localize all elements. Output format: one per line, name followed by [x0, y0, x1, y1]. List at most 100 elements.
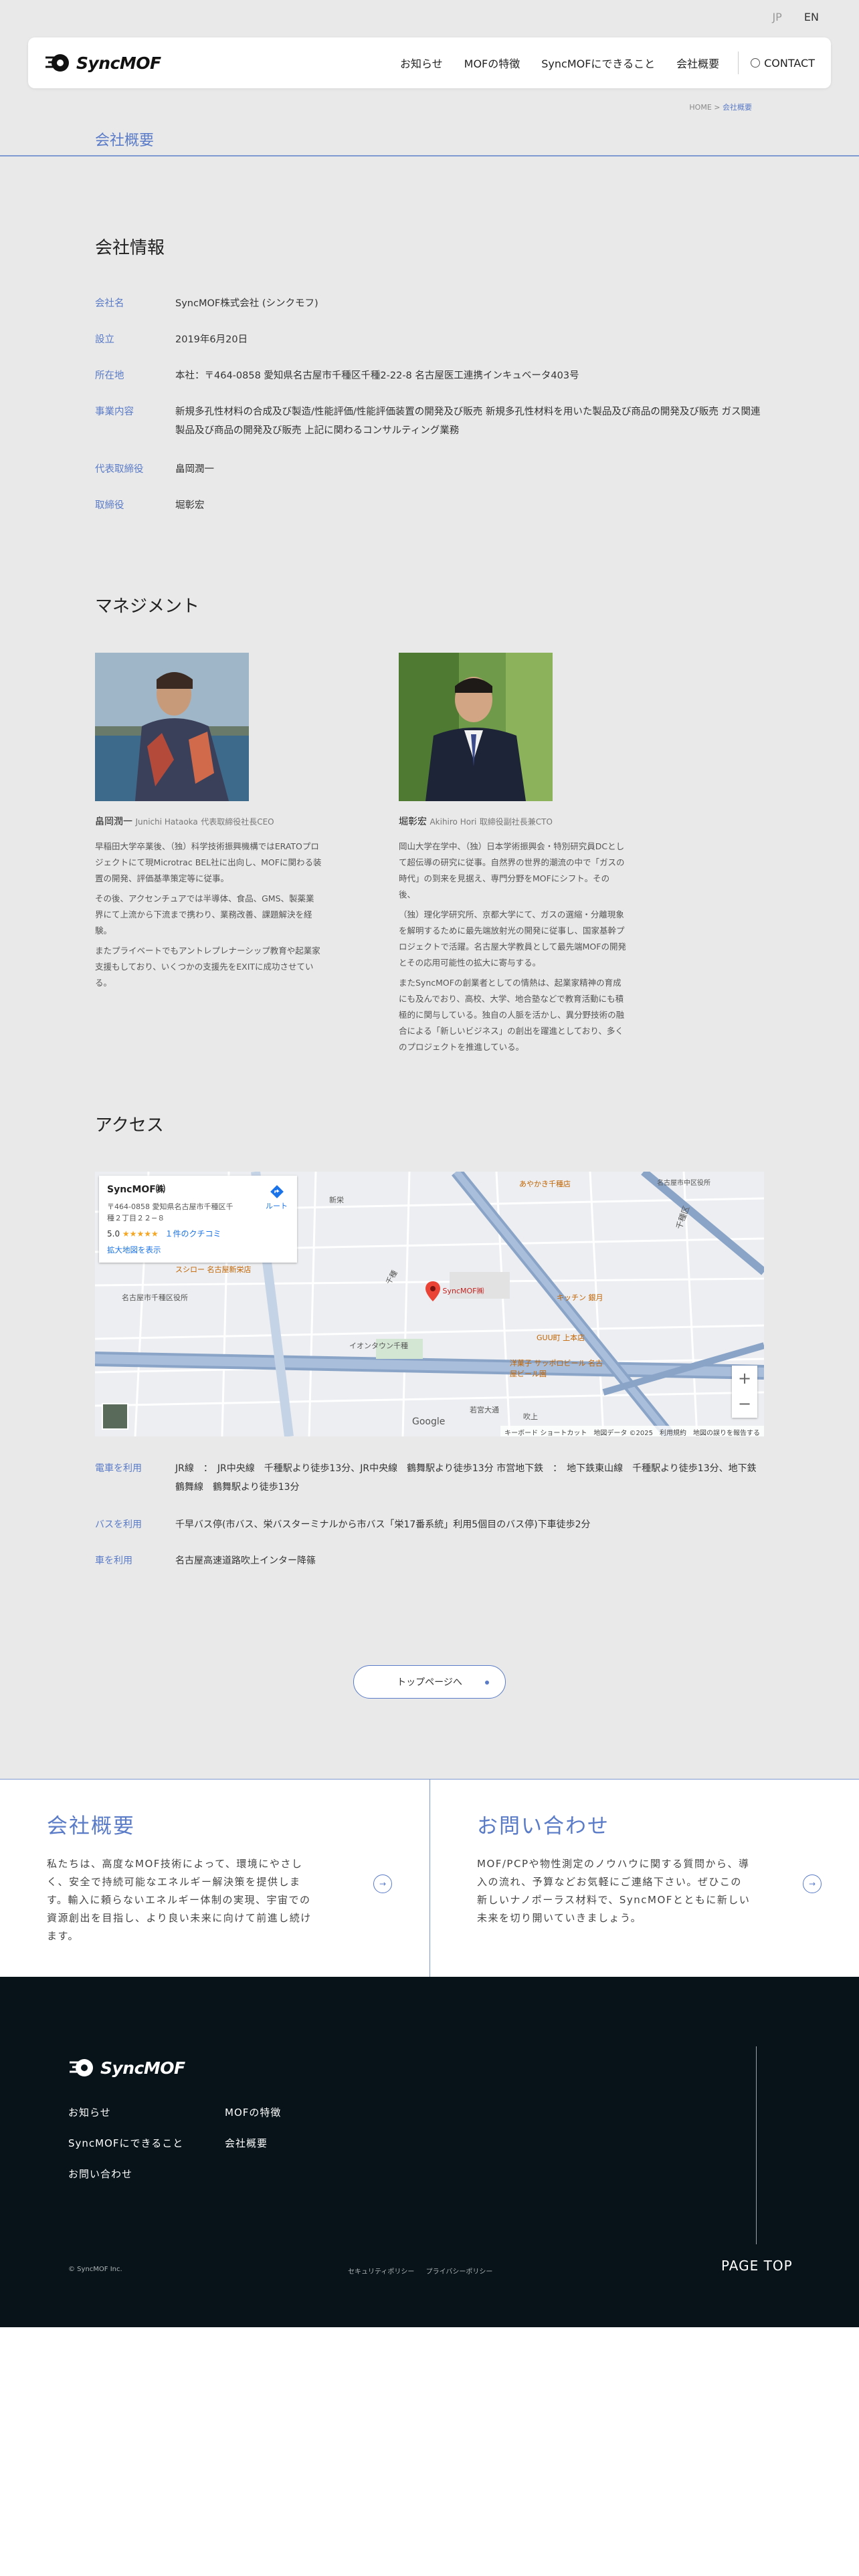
access-row: 車を利用 名古屋高速道路吹上インター降篠 — [95, 1551, 764, 1570]
bio-paragraph: またSyncMOFの創業者としての情熱は、起業家精神の育成にも及んでおり、高校、… — [399, 978, 625, 1052]
page-top-button[interactable]: PAGE TOP — [721, 2258, 793, 2274]
access-row: バスを利用 千早バス停(市バス、栄バスターミナルから市バス「栄17番系統」利用5… — [95, 1515, 764, 1534]
site-header: SyncMOF お知らせ MOFの特徴 SyncMOFにできること 会社概要 C… — [28, 37, 831, 88]
company-row: 会社名 SyncMOF株式会社 (シンクモフ) — [95, 294, 764, 313]
ceo-photo-image — [95, 653, 249, 801]
cta-description: MOF/PCPや物性測定のノウハウに関する質問から、導入の流れ、予算などお気軽に… — [477, 1858, 751, 1924]
row-label: 事業内容 — [95, 407, 134, 417]
directions-icon — [270, 1185, 284, 1198]
button-dot-icon — [485, 1681, 489, 1685]
map-label: 若宮大通 — [470, 1406, 499, 1414]
map-footer-item: 地図データ ©2025 — [593, 1430, 653, 1436]
cto-name: 堀彰宏 — [399, 817, 427, 827]
copyright: © SyncMOF Inc. — [68, 2266, 122, 2273]
lang-en-link[interactable]: EN — [804, 11, 819, 23]
ceo-name: 畠岡潤一 — [95, 817, 132, 827]
nav-divider — [738, 51, 739, 74]
ceo-name-line: 畠岡潤一 Junichi Hataoka 代表取締役社長CEO — [95, 815, 363, 828]
bio-paragraph: （独）理化学研究所、京都大学にて、ガスの選縮・分離現象を解明するために最先端放射… — [399, 909, 626, 968]
zoom-out-button[interactable]: − — [732, 1391, 757, 1416]
map-label: 新栄 — [329, 1196, 344, 1204]
row-value: 堀彰宏 — [175, 500, 205, 511]
nav-what-we-do[interactable]: SyncMOFにできること — [541, 55, 655, 71]
row-value: SyncMOF株式会社 (シンクモフ) — [175, 298, 318, 309]
logo-text: SyncMOF — [76, 53, 161, 73]
row-label: 車を利用 — [95, 1555, 132, 1566]
map-enlarge-link[interactable]: 拡大地図を表示 — [107, 1245, 289, 1255]
company-row: 事業内容 新規多孔性材料の合成及び製造/性能評価/性能評価装置の開発及び販売 新… — [95, 403, 764, 440]
main-nav: お知らせ MOFの特徴 SyncMOFにできること 会社概要 CONTACT — [379, 37, 815, 88]
map-label: キッチン 銀月 — [557, 1293, 603, 1302]
company-info-heading: 会社情報 — [95, 238, 165, 258]
footer-policy-links: セキュリティポリシー プライバシーポリシー — [348, 2266, 502, 2276]
row-label: 所在地 — [95, 370, 124, 381]
footer-nav-contact[interactable]: お問い合わせ — [68, 2167, 132, 2181]
person-card-ceo: 畠岡潤一 Junichi Hataoka 代表取締役社長CEO 早稲田大学卒業後… — [95, 653, 363, 995]
map-footer-item[interactable]: キーボード ショートカット — [504, 1427, 587, 1436]
map-label: GUU町 上本店 — [537, 1333, 585, 1342]
company-row: 取締役 堀彰宏 — [95, 496, 764, 515]
footer-logo[interactable]: SyncMOF — [68, 2056, 185, 2080]
zoom-in-button[interactable]: + — [732, 1366, 757, 1391]
site-logo[interactable]: SyncMOF — [44, 51, 161, 75]
map-footer-item[interactable]: 利用規約 — [660, 1427, 686, 1436]
satellite-toggle[interactable] — [102, 1403, 128, 1430]
row-value: 畠岡潤一 — [175, 464, 214, 475]
map-label: 吹上 — [523, 1412, 538, 1421]
top-page-button[interactable]: トップページへ — [353, 1665, 506, 1699]
lang-jp-link[interactable]: JP — [772, 11, 781, 23]
cta-contact[interactable]: お問い合わせ MOF/PCPや物性測定のノウハウに関する質問から、導入の流れ、予… — [430, 1780, 859, 1977]
footer-nav-mof-features[interactable]: MOFの特徴 — [225, 2105, 281, 2119]
ceo-bio: 早稲田大学卒業後、（独）科学技術振興機構ではERATOプロジェクトにて現Micr… — [95, 839, 322, 991]
row-label: 会社名 — [95, 298, 124, 309]
security-policy-link[interactable]: セキュリティポリシー — [348, 2268, 414, 2276]
contact-link[interactable]: CONTACT — [751, 57, 815, 70]
map-rating: 5.0 ★★★★★ １件のクチコミ — [107, 1228, 289, 1239]
row-label: 取締役 — [95, 500, 124, 511]
access-heading: アクセス — [95, 1115, 164, 1136]
privacy-policy-link[interactable]: プライバシーポリシー — [426, 2268, 493, 2276]
map-rating-value: 5.0 — [107, 1229, 120, 1239]
row-label: バスを利用 — [95, 1519, 142, 1530]
ceo-photo — [95, 653, 249, 801]
row-value: 新規多孔性材料の合成及び製造/性能評価/性能評価装置の開発及び販売 新規多孔性材… — [175, 407, 761, 436]
row-label: 代表取締役 — [95, 464, 144, 475]
company-row: 代表取締役 畠岡潤一 — [95, 460, 764, 479]
footer-nav-company[interactable]: 会社概要 — [225, 2136, 268, 2150]
nav-news[interactable]: お知らせ — [400, 55, 443, 71]
breadcrumb-home[interactable]: HOME — [689, 103, 711, 112]
map-label: 洋菓子 サッポロビール 名古屋ビール園 — [510, 1359, 603, 1378]
map-reviews-link[interactable]: １件のクチコミ — [165, 1229, 221, 1239]
map-place-address: 〒464-0858 愛知県名古屋市千種区千種２丁目２２−８ — [107, 1202, 233, 1222]
page: { "lang": {"jp": "JP", "en": "EN"}, "hea… — [0, 0, 859, 2576]
arrow-right-icon[interactable]: → — [803, 1874, 822, 1893]
cto-bio: 岡山大学在学中、（独）日本学術振興会・特別研究員DCとして超伝導の研究に従事。自… — [399, 839, 626, 1055]
cto-role: 取締役副社長兼CTO — [479, 817, 553, 827]
map-label: 名古屋市中区役所 — [657, 1180, 710, 1187]
nav-company[interactable]: 会社概要 — [676, 55, 719, 71]
site-footer: SyncMOF お知らせ MOFの特徴 SyncMOFにできること 会社概要 お… — [0, 1977, 859, 2327]
cto-name-line: 堀彰宏 Akihiro Hori 取締役副社長兼CTO — [399, 815, 666, 828]
bio-paragraph: 岡山大学在学中、（独）日本学術振興会・特別研究員DCとして超伝導の研究に従事。自… — [399, 841, 625, 899]
ceo-role: 代表取締役社長CEO — [201, 817, 274, 827]
map-footer-item[interactable]: 地図の誤りを報告する — [693, 1427, 760, 1436]
map-pin-icon — [425, 1281, 440, 1301]
footer-logo-mark-icon — [70, 2059, 93, 2076]
google-map[interactable]: SyncMOF㈱ 新栄 葵 千種 名古屋市中区役所 千種区 イオンタウン千種 若… — [95, 1172, 764, 1436]
top-page-label: トップページへ — [397, 1677, 462, 1688]
breadcrumb-current: 会社概要 — [723, 103, 752, 112]
footer-nav-what-we-do[interactable]: SyncMOFにできること — [68, 2136, 183, 2150]
cta-company[interactable]: 会社概要 私たちは、高度なMOF技術によって、環境にやさしく、安全で持続可能なエ… — [0, 1780, 430, 1977]
map-route-button[interactable]: ルート — [266, 1185, 288, 1211]
map-pin-label: SyncMOF㈱ — [442, 1287, 484, 1295]
map-label: あやかき千種店 — [519, 1180, 571, 1188]
arrow-right-icon[interactable]: → — [373, 1874, 392, 1893]
row-value: 名古屋高速道路吹上インター降篠 — [175, 1555, 316, 1566]
footer-nav-news[interactable]: お知らせ — [68, 2105, 111, 2119]
cto-photo — [399, 653, 553, 801]
footer-logo-text: SyncMOF — [100, 2058, 185, 2078]
nav-mof-features[interactable]: MOFの特徴 — [464, 55, 520, 71]
cto-photo-image — [399, 653, 553, 801]
map-pin[interactable]: SyncMOF㈱ — [425, 1281, 484, 1301]
cta-description: 私たちは、高度なMOF技術によって、環境にやさしく、安全で持続可能なエネルギー解… — [47, 1858, 312, 1942]
